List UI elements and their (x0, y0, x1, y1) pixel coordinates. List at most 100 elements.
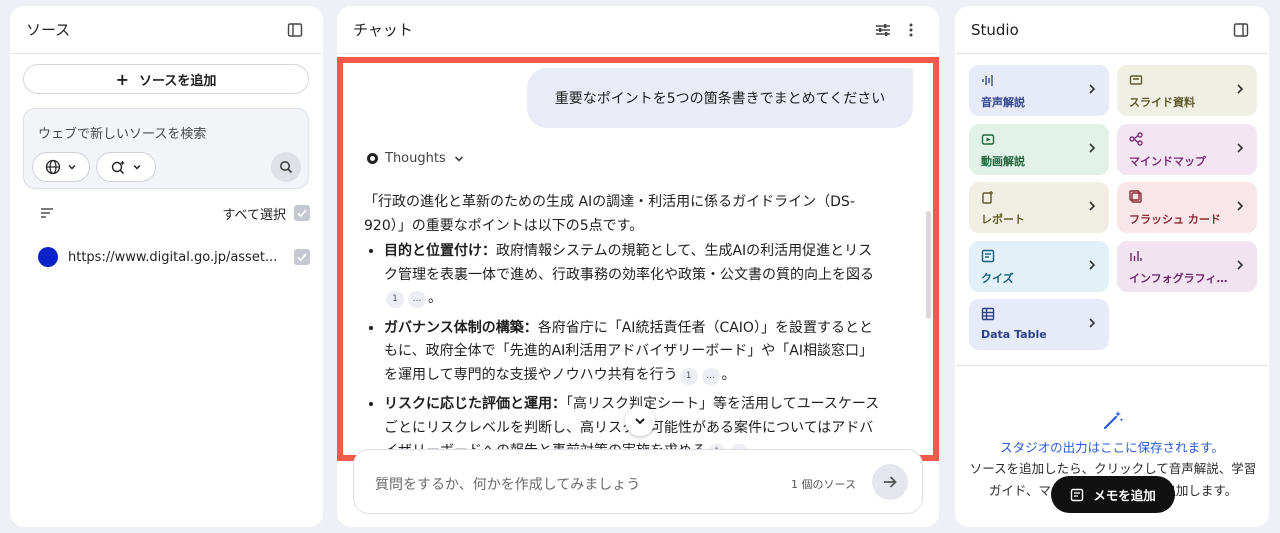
source-favicon-icon (38, 247, 58, 267)
infographic-icon (1130, 250, 1142, 261)
source-url: https://www.digital.go.jp/asset... (68, 249, 278, 265)
studio-header: Studio (955, 6, 1269, 54)
chevron-right-icon (1089, 318, 1096, 328)
list-item: ガバナンス体制の構築：各府省庁に「AI統括責任者（CAIO）」を設置するとともに… (384, 317, 884, 388)
arrow-right-icon (884, 476, 897, 488)
chat-header: チャット (337, 6, 939, 54)
chevron-down-icon (133, 164, 141, 170)
globe-icon (45, 159, 61, 175)
research-mode-dropdown[interactable] (96, 152, 156, 182)
collapse-panel-icon[interactable] (1227, 16, 1255, 44)
studio-tile-label: マインドマップ (1129, 154, 1206, 168)
send-button[interactable] (872, 464, 908, 500)
chevron-right-icon (1089, 201, 1096, 211)
answer-intro: 「行政の進化と革新のための生成 AIの調達・利活用に係るガイドライン（DS-92… (364, 194, 855, 234)
more-vert-icon[interactable] (897, 16, 925, 44)
source-count: 1 個のソース (791, 478, 856, 491)
chat-panel: チャット 重要なポイントを5つの箇条書きでまとめてください Thoughts 「… (337, 6, 939, 527)
add-source-button[interactable]: + ソースを追加 (23, 64, 309, 94)
composer-placeholder: 質問をするか、何かを作成してみましょう (375, 477, 641, 493)
studio-divider (955, 365, 1269, 366)
video-icon (981, 133, 995, 145)
collapse-panel-icon[interactable] (281, 16, 309, 44)
studio-tile-label: スライド資料 (1129, 96, 1195, 109)
slides-icon (1129, 75, 1143, 85)
studio-tile-label: インフォグラフィ… (1129, 271, 1228, 285)
chevron-down-icon (68, 164, 76, 170)
source-checkbox[interactable] (294, 249, 310, 265)
user-message: 重要なポイントを5つの箇条書きでまとめてください (527, 68, 913, 128)
user-message-text: 重要なポイントを5つの箇条書きでまとめてください (554, 91, 886, 107)
select-all-checkbox[interactable] (294, 205, 310, 221)
tune-icon[interactable] (869, 16, 897, 44)
bullet-heading: ガバナンス体制の構築： (384, 319, 538, 336)
quiz-icon (981, 249, 995, 262)
studio-tile[interactable]: Data Table (969, 299, 1109, 350)
chat-composer[interactable]: 質問をするか、何かを作成してみましょう 1 個のソース (353, 449, 923, 514)
studio-tile[interactable]: インフォグラフィ… (1117, 240, 1257, 292)
chevron-right-icon (1237, 259, 1244, 270)
chevron-right-icon (1089, 259, 1096, 270)
search-submit-button[interactable] (271, 152, 301, 182)
studio-tile[interactable]: マインドマップ (1117, 123, 1257, 175)
bullet-heading: リスクに応じた評価と運用： (384, 396, 566, 412)
scroll-to-bottom-button[interactable] (625, 406, 655, 436)
studio-tile[interactable]: 動画解説 (969, 123, 1109, 175)
studio-tile[interactable]: クイズ (969, 240, 1109, 292)
studio-tile-label: Data Table (981, 328, 1047, 341)
check-icon (297, 209, 307, 218)
thoughts-icon (367, 153, 378, 164)
flashcard-icon (1129, 190, 1142, 203)
chevron-right-icon (1237, 84, 1244, 94)
chat-messages[interactable]: 重要なポイントを5つの箇条書きでまとめてください Thoughts 「行政の進化… (337, 57, 939, 461)
mindmap-icon (1129, 131, 1143, 146)
search-placeholder: ウェブで新しいソースを検索 (38, 127, 207, 142)
plus-icon: + (115, 69, 130, 89)
web-source-search[interactable]: ウェブで新しいソースを検索 (23, 108, 309, 189)
list-item: 目的と位置付け：政府情報システムの規範として、生成AIの利活用促進とリスク管理を… (384, 240, 884, 311)
chat-scrollbar[interactable] (926, 211, 931, 319)
studio-title: Studio (971, 20, 1019, 39)
bullet-heading: 目的と位置付け： (384, 243, 496, 259)
studio-tile-label: クイズ (981, 271, 1014, 285)
magic-wand-icon (1103, 411, 1124, 430)
chevron-right-icon (1089, 142, 1096, 153)
web-source-dropdown[interactable] (32, 152, 90, 182)
bullet-end: 。 (428, 290, 442, 306)
select-all-label: すべて選択 (222, 207, 286, 223)
studio-tile[interactable]: レポート (969, 182, 1109, 233)
filter-icon[interactable] (40, 207, 56, 219)
search-icon (280, 161, 293, 174)
studio-tile-label: 音声解説 (981, 96, 1025, 109)
thoughts-toggle[interactable]: Thoughts (367, 151, 465, 166)
table-icon (981, 307, 995, 321)
citation-badge[interactable]: 1 (679, 367, 698, 385)
audio-waveform-icon (982, 75, 993, 86)
source-item[interactable]: https://www.digital.go.jp/asset... (38, 246, 310, 268)
studio-tile[interactable]: 音声解説 (969, 65, 1109, 116)
chevron-right-icon (1089, 84, 1096, 94)
check-icon (297, 253, 307, 262)
chevron-down-icon (454, 155, 463, 162)
citation-badge[interactable]: 1 (386, 291, 404, 308)
studio-tile[interactable]: スライド資料 (1117, 65, 1257, 116)
citation-more-badge[interactable]: … (408, 291, 426, 308)
sources-title: ソース (26, 21, 71, 39)
studio-empty-title: スタジオの出力はここに保存されます。 (1000, 440, 1224, 455)
sources-panel: ソース + ソースを追加 ウェブで新しいソースを検索 すべて選択 https:/… (10, 6, 323, 527)
chat-title: チャット (353, 21, 413, 39)
answer-bullets: 目的と位置付け：政府情報システムの規範として、生成AIの利活用促進とリスク管理を… (364, 240, 884, 455)
assistant-answer: 「行政の進化と革新のための生成 AIの調達・利活用に係るガイドライン（DS-92… (364, 191, 884, 455)
sources-header: ソース (10, 6, 323, 54)
add-note-button[interactable]: メモを追加 (1051, 476, 1175, 513)
select-all-row: すべて選択 (40, 202, 310, 224)
sparkle-search-icon (111, 160, 125, 175)
chevron-down-icon (635, 418, 645, 425)
bullet-end: 。 (721, 366, 736, 383)
chevron-right-icon (1237, 201, 1244, 211)
citation-more-badge[interactable]: … (701, 367, 720, 385)
note-icon (1071, 488, 1084, 501)
studio-tile-label: 動画解説 (981, 154, 1025, 168)
studio-tile-label: レポート (981, 213, 1025, 226)
studio-tile[interactable]: フラッシュ カード (1117, 182, 1257, 233)
